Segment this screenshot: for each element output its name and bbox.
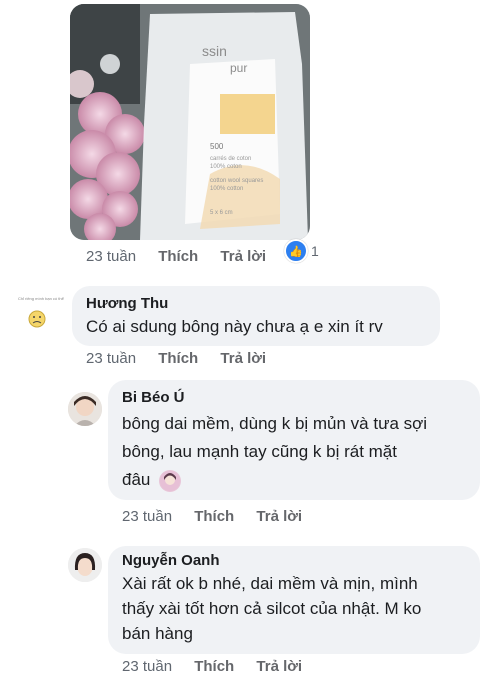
comment-timestamp[interactable]: 23 tuần [122, 508, 172, 525]
comment-bubble: Hương Thu Có ai sdung bông này chưa ạ e … [72, 286, 440, 346]
avatar-caption: Chỉ riêng mình bạn có thể [18, 296, 64, 301]
comment-text: Có ai sdung bông này chưa ạ e xin ít rv [86, 317, 383, 336]
svg-text:5 x 6 cm: 5 x 6 cm [210, 210, 233, 216]
comment-text-line: bông, lau mạnh tay cũng k bị rát mặt [122, 442, 397, 461]
post-reply-button[interactable]: Trả lời [220, 248, 266, 265]
emoji-sticker-icon [159, 469, 182, 492]
comment-meta: 23 tuần Thích Trả lời [86, 350, 284, 367]
thumbs-up-icon: 👍 [284, 239, 308, 263]
avatar[interactable] [68, 548, 102, 582]
comment-reply-button[interactable]: Trả lời [256, 658, 302, 675]
comment-text-line: thấy xài tốt hơn cả silcot của nhật. M k… [122, 599, 422, 618]
comment-meta: 23 tuần Thích Trả lời [122, 508, 320, 525]
comment-text-last: đâu [122, 470, 151, 489]
comment-like-button[interactable]: Thích [194, 508, 234, 525]
comment-reply-button[interactable]: Trả lời [256, 508, 302, 525]
comment-author[interactable]: Hương Thu [86, 295, 426, 312]
svg-text:100% coton: 100% coton [210, 164, 242, 170]
avatar[interactable] [22, 304, 52, 334]
svg-text:carrés de coton: carrés de coton [210, 156, 251, 162]
post-meta: 23 tuần Thích Trả lời [86, 248, 284, 265]
reaction-summary[interactable]: 👍 1 [284, 239, 319, 263]
comment-author[interactable]: Bi Béo Ú [122, 389, 466, 406]
comment-bubble: Nguyễn Oanh Xài rất ok b nhé, dai mềm và… [108, 546, 480, 654]
svg-text:cotton wool squares: cotton wool squares [210, 178, 263, 184]
reaction-count: 1 [311, 243, 319, 259]
comment-meta: 23 tuần Thích Trả lời [122, 658, 320, 675]
comment-bubble: Bi Béo Ú bông dai mềm, dùng k bị mủn và … [108, 380, 480, 500]
svg-text:100% cotton: 100% cotton [210, 186, 243, 192]
post-like-button[interactable]: Thích [158, 248, 198, 265]
comment-timestamp[interactable]: 23 tuần [86, 350, 136, 367]
avatar[interactable] [68, 392, 102, 426]
comment-author[interactable]: Nguyễn Oanh [122, 552, 466, 569]
svg-text:500: 500 [210, 142, 224, 151]
comment-like-button[interactable]: Thích [194, 658, 234, 675]
cotton-pads-photo: ssin pur 500 carrés de coton 100% coton … [70, 4, 310, 240]
comment-like-button[interactable]: Thích [158, 350, 198, 367]
comment-text-line: bán hàng [122, 624, 193, 643]
user-photo-icon [68, 392, 102, 426]
comment-reply-button[interactable]: Trả lời [220, 350, 266, 367]
svg-text:ssin: ssin [202, 43, 227, 59]
svg-text:pur: pur [230, 61, 247, 75]
comment-text-line: Xài rất ok b nhé, dai mềm và mịn, mình [122, 574, 418, 593]
post-timestamp[interactable]: 23 tuần [86, 248, 136, 265]
post-photo[interactable]: ssin pur 500 carrés de coton 100% coton … [70, 4, 310, 240]
comment-text-line: đâu [122, 466, 466, 494]
comment-text-line: bông dai mềm, dùng k bị mủn và tưa sợi [122, 414, 428, 433]
comment-timestamp[interactable]: 23 tuần [122, 658, 172, 675]
user-photo-icon [68, 548, 102, 582]
sad-face-icon [28, 310, 46, 328]
